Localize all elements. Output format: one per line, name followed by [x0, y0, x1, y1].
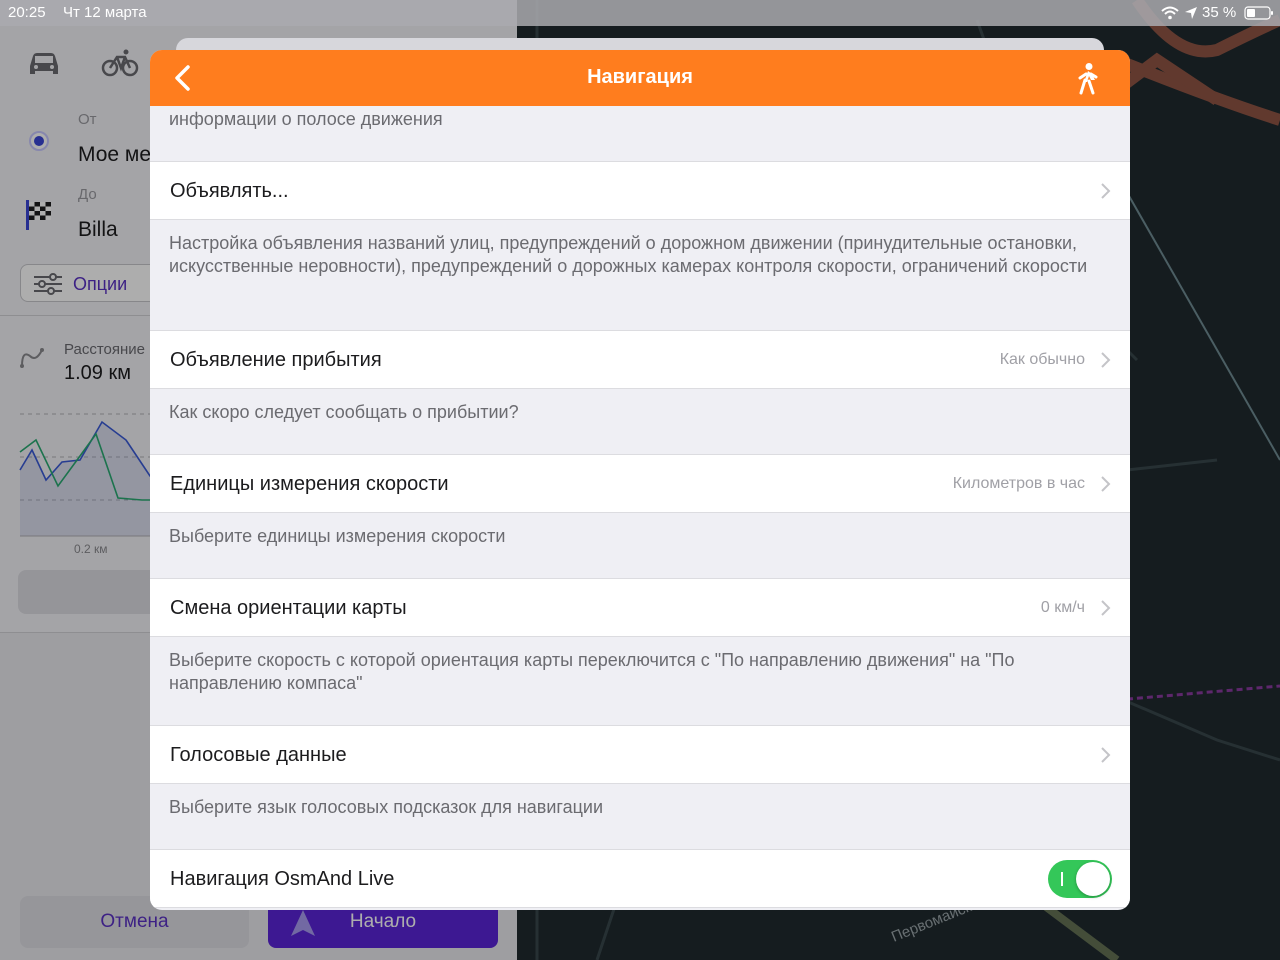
setting-announce[interactable]: Объявлять... — [150, 161, 1130, 220]
setting-osmand-live-navigation: Навигация OsmAnd Live — [150, 849, 1130, 908]
chevron-right-icon — [1101, 183, 1111, 199]
setting-title: Объявлять... — [170, 180, 289, 202]
status-bar: 20:25 Чт 12 марта 35 % — [0, 0, 1280, 26]
setting-title: Смена ориентации карты — [170, 597, 407, 619]
setting-description: Выберите скорость с которой ориентация к… — [169, 650, 1015, 693]
battery-percent: 35 % — [1202, 4, 1237, 21]
chevron-right-icon — [1101, 352, 1111, 368]
setting-description: Выберите язык голосовых подсказок для на… — [169, 797, 604, 817]
status-date: Чт 12 марта — [63, 4, 147, 21]
setting-description: информации о полосе движения — [169, 109, 443, 129]
setting-arrival-announcement[interactable]: Объявление прибытия Как обычно — [150, 330, 1130, 389]
wifi-icon — [1161, 6, 1179, 20]
navigation-settings-sheet: Навигация информации о полосе движения О… — [150, 50, 1130, 910]
setting-title: Единицы измерения скорости — [170, 473, 449, 495]
setting-voice-data[interactable]: Голосовые данные — [150, 725, 1130, 784]
setting-description: Настройка объявления названий улиц, пред… — [169, 233, 1088, 276]
toggle-knob — [1076, 862, 1110, 896]
chevron-right-icon — [1101, 747, 1111, 763]
setting-value: Как обычно — [999, 351, 1085, 368]
sheet-title: Навигация — [587, 66, 693, 88]
setting-title: Объявление прибытия — [170, 349, 382, 371]
setting-description: Выберите единицы измерения скорости — [169, 526, 506, 546]
setting-title: Навигация OsmAnd Live — [170, 868, 395, 890]
chevron-right-icon — [1101, 600, 1111, 616]
chevron-right-icon — [1101, 476, 1111, 492]
status-time: 20:25 — [8, 4, 46, 21]
osmand-live-toggle[interactable] — [1048, 860, 1112, 898]
setting-description: Как скоро следует сообщать о прибытии? — [169, 402, 519, 422]
toggle-on-mark — [1061, 872, 1063, 886]
pedestrian-icon[interactable] — [1074, 62, 1102, 96]
setting-value: Километров в час — [952, 475, 1085, 492]
battery-icon — [1244, 6, 1273, 20]
setting-title: Голосовые данные — [170, 744, 347, 766]
location-arrow-icon — [1185, 7, 1197, 19]
setting-value: 0 км/ч — [1040, 599, 1085, 616]
setting-map-orientation[interactable]: Смена ориентации карты 0 км/ч — [150, 578, 1130, 637]
sheet-header: Навигация — [150, 50, 1130, 106]
setting-speed-units[interactable]: Единицы измерения скорости Километров в … — [150, 454, 1130, 513]
